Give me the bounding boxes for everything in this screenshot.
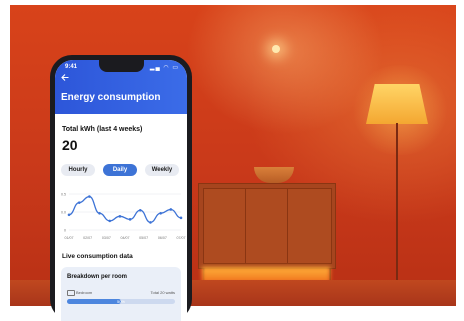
wall-light	[272, 45, 280, 53]
chart-data-point	[67, 213, 71, 217]
page-title: Energy consumption	[61, 92, 161, 103]
chart-x-tick-label: 03/07	[102, 236, 111, 240]
chart-x-tick-label: 02/07	[83, 236, 92, 240]
chart-data-point	[118, 215, 122, 218]
total-kwh-value: 20	[62, 137, 78, 153]
room-share-bar: 50%	[67, 299, 175, 304]
chart-x-tick-label: 05/07	[139, 236, 148, 240]
floor-lamp-shade	[366, 84, 428, 124]
chart-data-point	[138, 208, 142, 212]
phone-frame: 9:41 ▂▄ ◠ ▭ Energy consumption Total kWh…	[50, 55, 192, 321]
chart-data-point	[98, 211, 101, 215]
chart-x-tick-label: 06/07	[158, 236, 167, 240]
period-tabs: Hourly Daily Weekly	[61, 164, 179, 178]
chart-series-line	[68, 195, 182, 224]
status-icons: ▂▄ ◠ ▭	[149, 65, 179, 71]
status-time: 9:41	[65, 64, 78, 70]
chart-x-tick-label: 04/07	[121, 236, 130, 240]
room-name: Bedroom	[76, 290, 93, 295]
chart-y-tick-label: 0.0	[61, 210, 66, 214]
back-arrow-icon[interactable]	[61, 73, 69, 83]
chart-data-point	[179, 216, 183, 220]
room-total: Total 20 watts	[150, 290, 175, 295]
chart-data-point	[88, 195, 91, 198]
consumption-chart: 0.5 0.0 0 01/07 02/07 03/07 04/07 05/07 06/07 07/…	[61, 192, 186, 240]
sideboard-door	[203, 188, 248, 264]
sideboard	[198, 183, 336, 288]
chart-y-tick-label: 0	[64, 228, 66, 232]
total-kwh-label: Total kWh (last 4 weeks)	[62, 126, 143, 133]
sideboard-door	[287, 188, 332, 264]
phone-screen: 9:41 ▂▄ ◠ ▭ Energy consumption Total kWh…	[55, 60, 187, 321]
sideboard-door	[245, 188, 290, 264]
decor-bowl	[254, 167, 294, 183]
chart-data-point	[159, 211, 162, 215]
tab-hourly[interactable]: Hourly	[61, 164, 95, 176]
chart-x-tick-label: 01/07	[65, 236, 74, 240]
room-row-bedroom[interactable]: Bedroom Total 20 watts	[67, 289, 175, 297]
floor-lamp-pole	[396, 123, 398, 295]
breakdown-card[interactable]: Breakdown per room Bedroom Total 20 watt…	[61, 267, 181, 321]
tab-weekly[interactable]: Weekly	[145, 164, 179, 176]
chart-data-point	[128, 218, 132, 221]
chart-data-point	[108, 219, 112, 223]
chart-data-point	[169, 208, 173, 211]
live-consumption-heading: Live consumption data	[62, 253, 133, 260]
phone-notch	[99, 60, 144, 72]
bed-icon	[67, 290, 75, 296]
breakdown-title: Breakdown per room	[67, 274, 128, 280]
chart-data-point	[77, 201, 81, 204]
room-share-label: 50%	[116, 299, 125, 304]
chart-data-point	[149, 221, 152, 224]
chart-y-tick-label: 0.5	[61, 192, 66, 196]
tab-daily[interactable]: Daily	[103, 164, 137, 176]
chart-x-tick-label: 07/07	[177, 236, 186, 240]
